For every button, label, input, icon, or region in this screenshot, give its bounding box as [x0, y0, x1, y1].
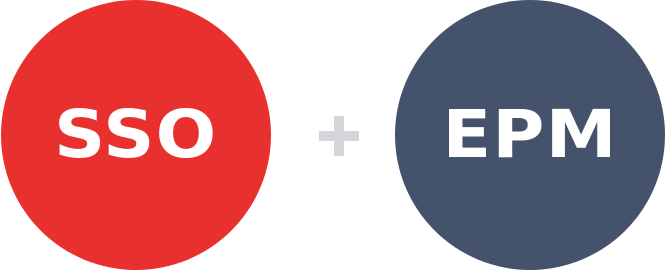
sso-label: SSO	[54, 96, 218, 173]
epm-label: EPM	[442, 96, 618, 173]
plus-icon	[319, 116, 359, 156]
sso-badge: SSO	[1, 0, 271, 270]
plus-icon-vertical-bar	[334, 116, 344, 156]
epm-badge: EPM	[395, 0, 665, 270]
